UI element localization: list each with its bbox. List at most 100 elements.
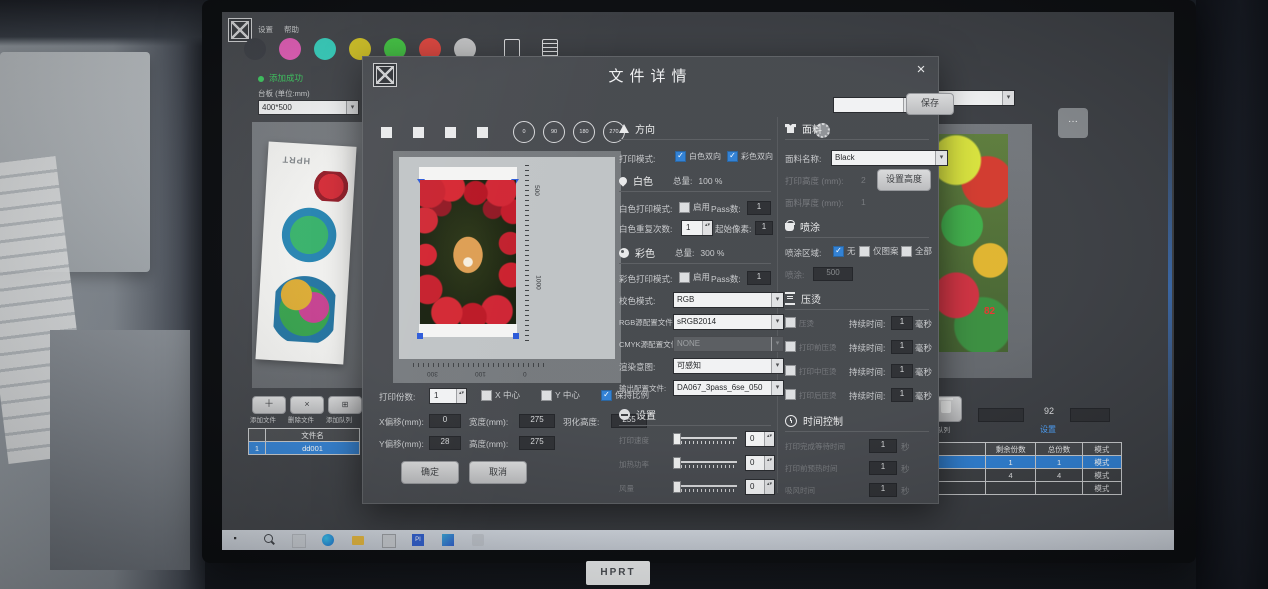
print-app-icon[interactable]: PI (412, 534, 424, 546)
cancel-button[interactable]: 取消 (469, 461, 527, 484)
queue-row[interactable]: 模式 (923, 482, 1122, 495)
print-image-fox-roses[interactable] (420, 180, 516, 324)
fabric-name-select[interactable]: Black (831, 150, 948, 166)
queue-settings-link[interactable]: 设置 (1040, 424, 1056, 435)
output-profile-select[interactable]: DA067_3pass_6se_050 (673, 380, 784, 396)
queue-field-1[interactable] (978, 408, 1024, 422)
color-pass-input[interactable]: 1 (747, 271, 771, 285)
queue-field-2[interactable] (1070, 408, 1110, 422)
tool-square-icon[interactable] (381, 127, 392, 138)
taskbar-search-icon[interactable] (264, 534, 273, 543)
photos-app-icon[interactable] (382, 534, 396, 548)
dialog-close-icon[interactable]: × (911, 61, 931, 81)
color-swatch-black[interactable] (244, 38, 266, 60)
preset-select[interactable] (833, 97, 916, 113)
white-pass-input[interactable]: 1 (747, 201, 771, 215)
x-offset-input[interactable]: 0 (429, 414, 461, 428)
calibration-select[interactable]: RGB (673, 292, 784, 308)
copies-stepper[interactable]: 1 (429, 388, 467, 404)
press-checkbox[interactable] (785, 317, 796, 328)
slider-value-stepper[interactable]: 0 (745, 431, 775, 447)
color-swatch-teal[interactable] (314, 38, 336, 60)
rotate-0-button[interactable]: 0 (513, 121, 535, 143)
white-bidir-checkbox[interactable]: 白色双向 (675, 151, 721, 162)
file-table-row[interactable]: 1 dd001 (249, 442, 360, 455)
x-center-checkbox[interactable]: X 中心 (481, 389, 520, 401)
ok-button[interactable]: 确定 (401, 461, 459, 484)
slider-value-stepper[interactable]: 0 (745, 455, 775, 471)
menu-item-help[interactable]: 帮助 (284, 24, 299, 35)
height-input[interactable]: 275 (519, 436, 555, 450)
white-enable-checkbox[interactable]: 启用 (679, 201, 710, 213)
add-file-icon[interactable]: ＋ (252, 396, 286, 414)
start-pixel-input[interactable]: 1 (755, 221, 773, 235)
delete-file-button[interactable]: 删除文件 (288, 414, 314, 424)
settings-slider[interactable] (673, 481, 737, 493)
slider-handle[interactable] (673, 433, 681, 445)
duration-input[interactable]: 1 (891, 364, 913, 378)
time-input[interactable]: 1 (869, 461, 897, 475)
queue-row[interactable]: 4 4 模式 (923, 469, 1122, 482)
queue-row[interactable]: 1 1 模式 (923, 456, 1122, 469)
set-height-button[interactable]: 设置高度 (877, 169, 931, 191)
left-preview-platen[interactable]: HPRT (252, 122, 364, 388)
taskbar-app-icon[interactable] (472, 534, 484, 546)
queue-table-header: 剩余份数 总份数 模式 (923, 443, 1122, 456)
press-checkbox[interactable] (785, 365, 796, 376)
rotate-180-button[interactable]: 180 (573, 121, 595, 143)
save-button[interactable]: 保存 (906, 93, 954, 115)
platen-size-select[interactable]: 400*500 (258, 100, 359, 115)
spray-all-checkbox[interactable]: 全部 (901, 245, 932, 257)
tool-square-icon[interactable] (413, 127, 424, 138)
copies-label: 打印份数: (379, 391, 415, 403)
color-swatch-pink[interactable] (279, 38, 301, 60)
preview-canvas[interactable]: 500 1000 300 100 0 (393, 151, 621, 383)
start-pixel-label: 起始像素: (715, 223, 751, 235)
duration-input[interactable]: 1 (891, 388, 913, 402)
menu-item-settings[interactable]: 设置 (258, 24, 273, 35)
slider-handle[interactable] (673, 457, 681, 469)
time-input[interactable]: 1 (869, 439, 897, 453)
width-input[interactable]: 275 (519, 414, 555, 428)
color-enable-checkbox[interactable]: 启用 (679, 271, 710, 283)
file-index-cell: 1 (249, 442, 266, 455)
task-view-icon[interactable] (292, 534, 306, 548)
settings-slider[interactable] (673, 433, 737, 445)
time-input[interactable]: 1 (869, 483, 897, 497)
cell-total (1036, 482, 1083, 495)
add-queue-icon[interactable]: ⊞ (328, 396, 362, 414)
rgb-profile-select[interactable]: sRGB2014 (673, 314, 784, 330)
spray-value-input[interactable]: 500 (813, 267, 853, 281)
start-button-icon[interactable] (234, 537, 239, 542)
rotate-90-button[interactable]: 90 (543, 121, 565, 143)
duration-input[interactable]: 1 (891, 316, 913, 330)
y-offset-input[interactable]: 28 (429, 436, 461, 450)
more-options-button[interactable]: ··· (1058, 108, 1088, 138)
add-queue-button[interactable]: 添加队列 (326, 414, 352, 424)
settings-slider[interactable] (673, 457, 737, 469)
add-file-button[interactable]: 添加文件 (250, 414, 276, 424)
slider-handle[interactable] (673, 481, 681, 493)
spray-none-checkbox[interactable]: 无 (833, 245, 856, 257)
edge-browser-icon[interactable] (322, 534, 334, 546)
file-explorer-icon[interactable] (352, 536, 364, 545)
feather-label: 羽化高度: (563, 416, 599, 428)
white-repeat-stepper[interactable]: 1 (681, 220, 713, 236)
press-checkbox[interactable] (785, 341, 796, 352)
selection-handle[interactable] (417, 333, 423, 339)
delete-file-icon[interactable]: × (290, 396, 324, 414)
y-center-label: Y 中心 (555, 389, 580, 401)
file-index-header (249, 429, 266, 442)
tool-square-icon[interactable] (477, 127, 488, 138)
image-app-icon[interactable] (442, 534, 454, 546)
render-intent-select[interactable]: 可感知 (673, 358, 784, 374)
tool-square-icon[interactable] (445, 127, 456, 138)
duration-input[interactable]: 1 (891, 340, 913, 354)
slider-value-stepper[interactable]: 0 (745, 479, 775, 495)
press-checkbox[interactable] (785, 389, 796, 400)
queue-col-total: 总份数 (1036, 443, 1083, 456)
spray-pattern-checkbox[interactable]: 仅图案 (859, 245, 899, 257)
selection-handle[interactable] (513, 333, 519, 339)
y-center-checkbox[interactable]: Y 中心 (541, 389, 580, 401)
color-bidir-checkbox[interactable]: 彩色双向 (727, 151, 773, 162)
